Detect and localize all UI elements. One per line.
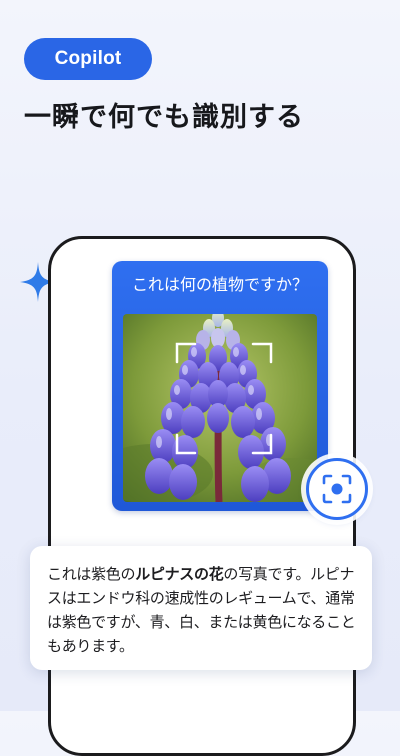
page-headline: 一瞬で何でも識別する	[24, 102, 304, 133]
answer-text: これは紫色のルピナスの花の写真です。ルピナスはエンドウ科の速成性のレギュームで、…	[47, 565, 356, 655]
question-text: これは何の植物ですか？	[131, 275, 308, 294]
answer-card: これは紫色のルピナスの花の写真です。ルピナスはエンドウ科の速成性のレギュームで、…	[30, 546, 372, 670]
visual-search-button[interactable]	[306, 458, 368, 520]
scan-frame-corners	[175, 342, 273, 455]
camera-scan-icon	[322, 474, 352, 504]
copilot-badge: Copilot	[24, 38, 152, 80]
answer-highlight: ルピナスの花	[135, 565, 224, 583]
